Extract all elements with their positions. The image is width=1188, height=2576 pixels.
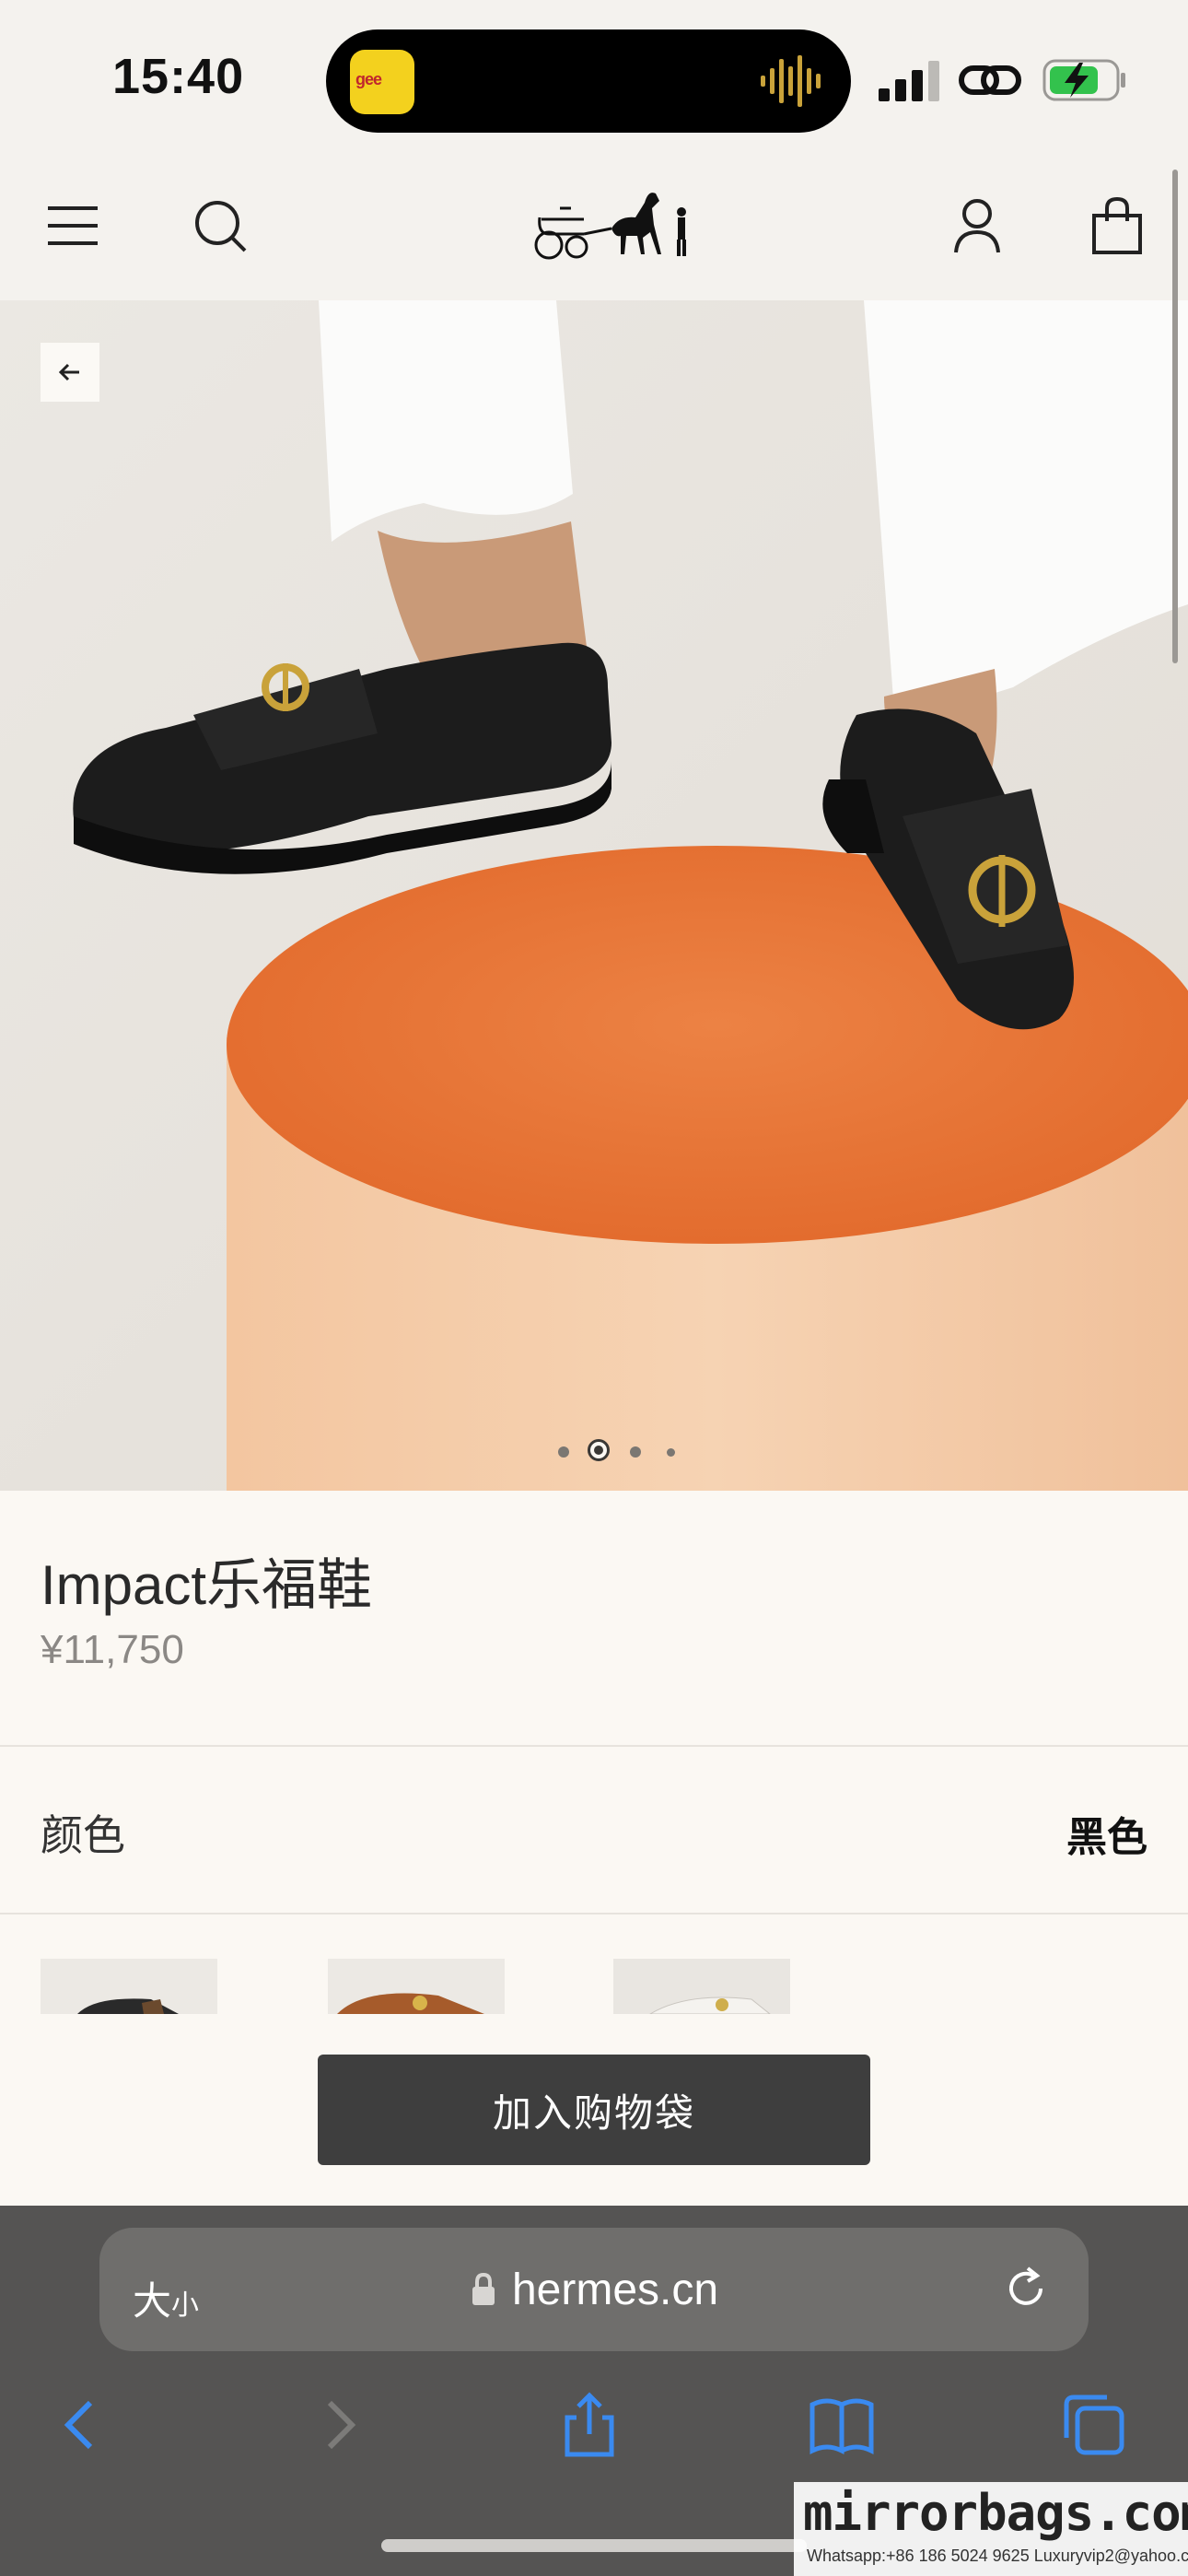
carousel-dot[interactable] <box>667 1448 675 1457</box>
account-icon[interactable] <box>945 193 1009 258</box>
back-button[interactable] <box>41 343 99 402</box>
product-title: Impact乐福鞋 <box>41 1554 373 1616</box>
product-price: ¥11,750 <box>41 1627 184 1672</box>
bookmarks-icon[interactable] <box>807 2390 877 2460</box>
menu-icon[interactable] <box>41 193 105 258</box>
audio-wave-icon <box>761 55 821 107</box>
back-nav-icon[interactable] <box>46 2390 116 2460</box>
color-swatch-black[interactable] <box>41 1959 217 2014</box>
color-value: 黑色 <box>1066 1815 1147 1860</box>
battery-charging-icon <box>1042 59 1125 101</box>
address-bar[interactable]: 大小 hermes.cn <box>99 2228 1089 2351</box>
color-swatch-brown[interactable] <box>328 1959 505 2014</box>
add-to-bag-button[interactable]: 加入购物袋 <box>318 2055 870 2165</box>
watermark-sub: Whatsapp:+86 186 5024 9625 Luxuryvip2@ya… <box>807 2547 1188 2565</box>
color-label: 颜色 <box>41 1811 125 1859</box>
status-time: 15:40 <box>112 49 245 104</box>
share-icon[interactable] <box>554 2390 624 2460</box>
url-text: hermes.cn <box>511 2266 719 2314</box>
divider <box>0 1913 1188 1914</box>
island-app-label: gee <box>355 70 382 88</box>
carousel-dot[interactable] <box>630 1446 641 1458</box>
product-photo <box>0 300 1188 1491</box>
link-icon <box>959 65 1021 95</box>
hermes-carriage-logo[interactable] <box>523 181 693 265</box>
carousel-dot-active[interactable] <box>588 1439 610 1461</box>
color-swatch-white[interactable] <box>613 1959 790 2014</box>
home-indicator <box>381 2539 807 2552</box>
watermark: mirrorbags.com Whatsapp:+86 186 5024 962… <box>794 2482 1188 2576</box>
lock-icon <box>472 2272 495 2305</box>
site-header <box>0 157 1188 300</box>
cellular-signal-icon <box>879 61 939 101</box>
watermark-main: mirrorbags.com <box>803 2484 1188 2542</box>
scrollbar[interactable] <box>1172 170 1178 663</box>
forward-nav-icon[interactable] <box>304 2390 374 2460</box>
tabs-icon[interactable] <box>1059 2390 1129 2460</box>
island-app-icon[interactable]: gee <box>350 50 414 114</box>
status-bar: 15:40 gee <box>0 0 1188 157</box>
reload-icon[interactable] <box>1000 2263 1052 2314</box>
dynamic-island[interactable]: gee <box>326 29 851 133</box>
carousel-dot[interactable] <box>558 1446 569 1458</box>
search-icon[interactable] <box>188 193 252 258</box>
divider <box>0 1745 1188 1747</box>
product-image-carousel[interactable] <box>0 300 1188 1491</box>
shopping-bag-icon[interactable] <box>1085 193 1149 258</box>
arrow-left-icon <box>58 363 79 381</box>
url-display[interactable]: hermes.cn <box>99 2265 1089 2315</box>
